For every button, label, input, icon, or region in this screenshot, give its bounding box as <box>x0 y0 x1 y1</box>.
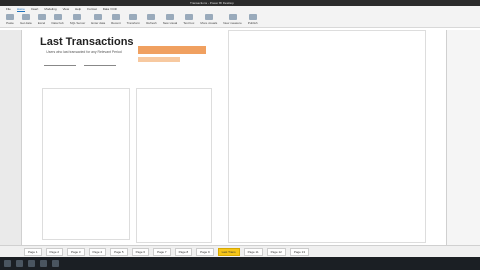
ribbon-tab-home[interactable]: Home <box>16 7 25 12</box>
ribbon-new-measure-button[interactable]: New measure <box>223 14 242 25</box>
page-tab[interactable]: Page 5 <box>110 247 128 256</box>
ribbon-new-visual-button[interactable]: New visual <box>162 14 178 25</box>
ribbon-button-icon <box>94 14 103 20</box>
ribbon-button-label: Recent <box>111 21 121 25</box>
ribbon: File Home Insert Modeling View Help Format Data… <box>0 6 480 28</box>
ribbon-text-box-button[interactable]: Text box <box>183 14 194 25</box>
page-tab[interactable]: Last Trans <box>217 247 240 256</box>
ribbon-button-icon <box>204 14 213 20</box>
ribbon-button-icon <box>129 14 138 20</box>
ribbon-button-label: More visuals <box>200 21 218 25</box>
ribbon-more-visuals-button[interactable]: More visuals <box>200 14 217 25</box>
ribbon-data-hub-button[interactable]: Data hub <box>52 14 64 25</box>
page-tab[interactable]: Page 9 <box>196 247 214 256</box>
filter-slicer-left[interactable] <box>44 62 76 66</box>
page-tab[interactable]: Page 12 <box>266 247 286 256</box>
fields-pane <box>446 30 480 245</box>
report-title: Last Transactions <box>40 36 134 48</box>
powerbi-icon[interactable] <box>52 260 59 267</box>
ribbon-button-icon <box>21 14 30 20</box>
ribbon-button-label: Text box <box>183 21 195 25</box>
explorer-icon[interactable] <box>40 260 47 267</box>
ribbon-button-icon <box>37 14 46 20</box>
ribbon-button-label: Excel <box>37 21 46 25</box>
table-transactions[interactable] <box>228 30 426 243</box>
ribbon-button-label: Data hub <box>51 21 64 25</box>
ribbon-button-label: New visual <box>162 21 178 25</box>
ribbon-tab-data-drill[interactable]: Data / Drill <box>103 7 117 11</box>
page-tab[interactable]: Page 6 <box>131 247 150 256</box>
ribbon-transform-button[interactable]: Transform <box>126 14 141 25</box>
page-tab[interactable]: Page 13 <box>289 247 309 256</box>
page-tab[interactable]: Page 1 <box>24 247 42 256</box>
ribbon-tab-format[interactable]: Format <box>87 7 97 11</box>
ribbon-refresh-button[interactable]: Refresh <box>146 14 157 25</box>
page-tab[interactable]: Page 11 <box>243 247 263 256</box>
view-rail <box>0 30 22 245</box>
ribbon-button-icon <box>73 14 82 20</box>
ribbon-button-icon <box>165 14 174 20</box>
report-subtitle: Users who last transacted for any Releva… <box>46 50 122 54</box>
ribbon-button-label: New measure <box>223 21 242 25</box>
ribbon-tab-modeling[interactable]: Modeling <box>44 7 56 11</box>
ribbon-sql-server-button[interactable]: SQL Server <box>69 14 86 25</box>
ribbon-button-icon <box>147 14 156 20</box>
ribbon-tab-insert[interactable]: Insert <box>31 7 39 11</box>
matrix-left[interactable] <box>42 88 130 240</box>
page-tab[interactable]: Page 8 <box>174 247 193 256</box>
ribbon-button-icon <box>248 14 257 20</box>
ribbon-button-icon <box>228 14 237 20</box>
ribbon-button-label: Paste <box>6 21 14 25</box>
filter-slicer-right[interactable] <box>84 62 116 66</box>
window-title: Transactions - Power BI Desktop <box>190 1 234 5</box>
page-tab[interactable]: Page 7 <box>153 247 171 256</box>
ribbon-paste-button[interactable]: Paste <box>6 14 14 25</box>
ribbon-tab-file[interactable]: File <box>6 7 11 11</box>
ribbon-button-label: Get data <box>20 21 32 25</box>
ribbon-button-icon <box>184 14 193 20</box>
ribbon-enter-data-button[interactable]: Enter data <box>91 14 105 25</box>
bar-total[interactable] <box>138 46 206 54</box>
ribbon-button-icon <box>111 14 120 20</box>
ribbon-button-label: Transform <box>126 21 141 25</box>
ribbon-button-label: Enter data <box>91 21 106 25</box>
ribbon-excel-button[interactable]: Excel <box>37 14 46 25</box>
ribbon-publish-button[interactable]: Publish <box>248 14 258 25</box>
os-taskbar <box>0 257 480 270</box>
ribbon-tab-help[interactable]: Help <box>75 7 81 11</box>
page-tab[interactable]: Page 2 <box>45 247 64 256</box>
ribbon-body: Paste Get data Excel Data hub SQL Server Ente… <box>0 12 480 27</box>
bar-filtered[interactable] <box>138 57 180 62</box>
ribbon-button-label: SQL Server <box>69 21 86 25</box>
ribbon-button-icon <box>53 14 62 20</box>
search-icon[interactable] <box>16 260 23 267</box>
taskview-icon[interactable] <box>28 260 35 267</box>
page-tabs: Page 1 Page 2 Page 3 Page 4 Page 5 Page 6 Page… <box>0 245 480 257</box>
ribbon-button-icon <box>6 14 14 20</box>
start-icon[interactable] <box>4 260 11 267</box>
ribbon-recent-button[interactable]: Recent <box>111 14 121 25</box>
matrix-middle[interactable] <box>136 88 212 243</box>
ribbon-button-label: Publish <box>247 21 258 25</box>
ribbon-tab-view[interactable]: View <box>63 7 69 11</box>
ribbon-button-label: Refresh <box>146 21 157 25</box>
page-tab[interactable]: Page 4 <box>88 247 107 256</box>
page-tab[interactable]: Page 3 <box>67 247 85 256</box>
ribbon-get-data-button[interactable]: Get data <box>20 14 32 25</box>
